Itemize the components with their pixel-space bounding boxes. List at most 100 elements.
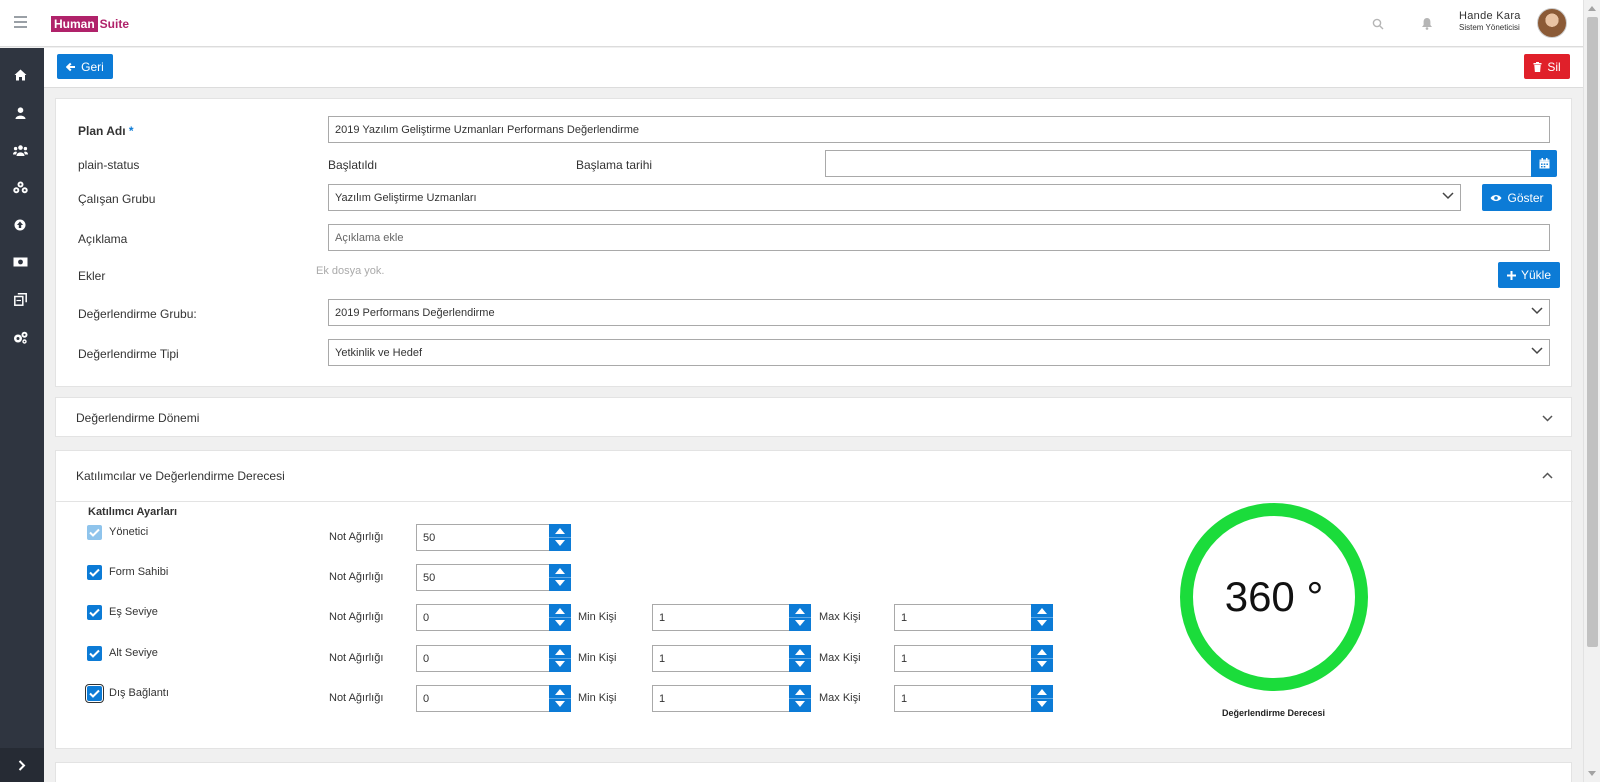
participant-name: Alt Seviye bbox=[109, 647, 158, 659]
scroll-thumb[interactable] bbox=[1587, 17, 1598, 647]
stepper-buttons[interactable] bbox=[549, 604, 571, 631]
plan-name-label: Plan Adı * bbox=[78, 124, 134, 138]
scroll-down-arrow[interactable] bbox=[1588, 771, 1596, 776]
weight-stepper[interactable]: 50 bbox=[416, 564, 571, 591]
eval-type-select[interactable]: Yetkinlik ve Hedef bbox=[328, 339, 1550, 366]
user-icon[interactable] bbox=[12, 105, 28, 121]
users-icon[interactable] bbox=[12, 142, 28, 158]
stepper-buttons[interactable] bbox=[1031, 685, 1053, 712]
page-scrollbar[interactable] bbox=[1583, 0, 1600, 782]
scroll-up-arrow[interactable] bbox=[1588, 6, 1596, 11]
settings-icon[interactable] bbox=[12, 329, 28, 345]
stepper-buttons[interactable] bbox=[1031, 645, 1053, 672]
check-icon bbox=[89, 689, 100, 698]
trash-icon bbox=[1533, 61, 1542, 72]
delete-button[interactable]: Sil bbox=[1524, 54, 1570, 79]
min-label: Min Kişi bbox=[578, 692, 617, 704]
stepper-buttons[interactable] bbox=[549, 645, 571, 672]
user-name[interactable]: Hande Kara bbox=[1459, 10, 1521, 22]
check-icon bbox=[89, 649, 100, 658]
max-label: Max Kişi bbox=[819, 611, 861, 623]
avatar[interactable] bbox=[1537, 8, 1567, 38]
bell-icon[interactable] bbox=[1421, 17, 1433, 30]
eval-group-select[interactable]: 2019 Performans Değerlendirme bbox=[328, 299, 1550, 326]
employee-group-value: Yazılım Geliştirme Uzmanları bbox=[335, 191, 477, 204]
weight-stepper[interactable]: 0 bbox=[416, 685, 571, 712]
next-section-card bbox=[55, 762, 1572, 782]
logo[interactable]: Human Suite bbox=[51, 16, 130, 32]
min-value: 1 bbox=[659, 612, 666, 624]
weight-label: Not Ağırlığı bbox=[329, 692, 384, 704]
min-value: 1 bbox=[659, 693, 666, 705]
weight-label: Not Ağırlığı bbox=[329, 611, 384, 623]
stepper-buttons[interactable] bbox=[789, 645, 811, 672]
top-bar: Human Suite Hande Kara Sistem Yöneticisi bbox=[0, 0, 1583, 47]
documents-icon[interactable] bbox=[12, 291, 28, 307]
eye-icon bbox=[1490, 194, 1502, 201]
status-value: Başlatıldı bbox=[328, 158, 378, 172]
max-value: 1 bbox=[901, 653, 908, 665]
participant-name: Dış Bağlantı bbox=[109, 687, 169, 699]
min-stepper[interactable]: 1 bbox=[652, 685, 811, 712]
back-button[interactable]: Geri bbox=[57, 54, 113, 79]
employee-group-select[interactable]: Yazılım Geliştirme Uzmanları bbox=[328, 184, 1461, 211]
stepper-buttons[interactable] bbox=[1031, 604, 1053, 631]
stepper-buttons[interactable] bbox=[789, 604, 811, 631]
show-label: Göster bbox=[1507, 190, 1544, 205]
participants-accordion-title: Katılımcılar ve Değerlendirme Derecesi bbox=[76, 469, 285, 483]
org-icon[interactable] bbox=[12, 179, 28, 195]
search-icon[interactable] bbox=[1372, 18, 1384, 30]
weight-value: 50 bbox=[423, 572, 436, 584]
stepper-buttons[interactable] bbox=[549, 685, 571, 712]
period-accordion[interactable]: Değerlendirme Dönemi bbox=[55, 397, 1572, 437]
stepper-buttons[interactable] bbox=[789, 685, 811, 712]
checkbox-alt-seviye[interactable] bbox=[87, 646, 102, 661]
weight-stepper[interactable]: 0 bbox=[416, 645, 571, 672]
min-stepper[interactable]: 1 bbox=[652, 645, 811, 672]
checkbox-dis-baglanti[interactable] bbox=[85, 684, 104, 703]
checkbox-es-seviye[interactable] bbox=[87, 605, 102, 620]
attachments-label: Ekler bbox=[78, 269, 106, 283]
max-label: Max Kişi bbox=[819, 652, 861, 664]
participant-settings-title: Katılımcı Ayarları bbox=[88, 506, 178, 518]
plan-name-input[interactable]: 2019 Yazılım Geliştirme Uzmanları Perfor… bbox=[328, 116, 1550, 143]
eval-group-label: Değerlendirme Grubu: bbox=[78, 307, 197, 321]
weight-stepper[interactable]: 0 bbox=[416, 604, 571, 631]
chevron-right-icon bbox=[18, 759, 26, 771]
min-label: Min Kişi bbox=[578, 611, 617, 623]
upload-circle-icon[interactable] bbox=[12, 217, 28, 233]
max-stepper[interactable]: 1 bbox=[894, 604, 1053, 631]
stepper-buttons[interactable] bbox=[549, 524, 571, 551]
start-date-input[interactable] bbox=[825, 150, 1532, 177]
participant-name: Yönetici bbox=[109, 526, 149, 538]
max-stepper[interactable]: 1 bbox=[894, 685, 1053, 712]
upload-button[interactable]: Yükle bbox=[1498, 262, 1560, 288]
weight-label: Not Ağırlığı bbox=[329, 652, 384, 664]
min-stepper[interactable]: 1 bbox=[652, 604, 811, 631]
eval-type-label: Değerlendirme Tipi bbox=[78, 347, 179, 361]
calendar-icon bbox=[1539, 158, 1549, 169]
user-role: Sistem Yöneticisi bbox=[1459, 23, 1520, 32]
checkbox-form-sahibi[interactable] bbox=[87, 565, 102, 580]
sidebar bbox=[0, 48, 44, 782]
calendar-button[interactable] bbox=[1531, 150, 1557, 177]
participants-accordion-header[interactable]: Katılımcılar ve Değerlendirme Derecesi bbox=[56, 451, 1573, 502]
description-input[interactable]: Açıklama ekle bbox=[328, 224, 1550, 251]
menu-icon[interactable] bbox=[14, 16, 27, 31]
checkbox-yonetici[interactable] bbox=[87, 525, 102, 540]
max-stepper[interactable]: 1 bbox=[894, 645, 1053, 672]
weight-value: 0 bbox=[423, 693, 430, 705]
home-icon[interactable] bbox=[12, 67, 28, 83]
weight-stepper[interactable]: 50 bbox=[416, 524, 571, 551]
status-label: plain-status bbox=[78, 158, 140, 172]
plus-icon bbox=[1506, 270, 1516, 280]
money-icon[interactable] bbox=[12, 254, 28, 270]
show-button[interactable]: Göster bbox=[1482, 184, 1552, 211]
max-value: 1 bbox=[901, 612, 908, 624]
stepper-buttons[interactable] bbox=[549, 564, 571, 591]
participant-name: Eş Seviye bbox=[109, 606, 158, 618]
check-icon bbox=[89, 528, 100, 537]
sidebar-expand-button[interactable] bbox=[0, 748, 44, 782]
chevron-down-icon bbox=[1442, 192, 1454, 200]
logo-suite: Suite bbox=[99, 17, 130, 31]
